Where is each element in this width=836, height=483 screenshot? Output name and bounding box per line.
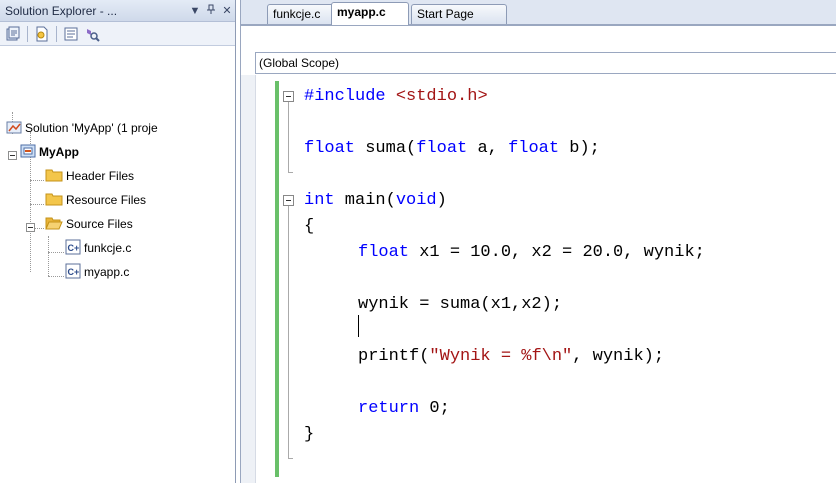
tree-item-funkcje-c[interactable]: C+ funkcje.c [65,238,131,258]
scope-value: (Global Scope) [259,56,340,70]
fold-line [288,102,289,172]
tree-line [30,180,44,181]
code-token: "Wynik = %f\n" [429,347,573,366]
text-caret [358,315,359,337]
code-token: float [416,139,468,158]
code-line: return 0; [358,399,450,419]
collapse-region-icon[interactable] [283,91,294,102]
code-token: , wynik); [572,347,665,366]
code-token: float [358,243,410,262]
solution-explorer-panel: Solution Explorer - ... ▼ ✕ Solution 'My… [0,0,236,483]
code-line: int main(void) [304,191,447,211]
properties-icon[interactable] [4,25,22,43]
code-line: float x1 = 10.0, x2 = 20.0, wynik; [358,243,705,263]
myapp-c-label: myapp.c [84,265,130,279]
solution-label: Solution 'MyApp' (1 proje [25,121,158,135]
cpp-project-icon [20,143,36,162]
code-token: suma( [355,139,417,158]
c-file-icon: C+ [65,263,81,282]
code-token: b); [559,139,600,158]
show-all-files-icon[interactable] [33,25,51,43]
fold-line-end [288,458,293,459]
tab-funkcje-c[interactable]: funkcje.c [267,4,337,24]
code-line: } [304,425,314,445]
view-code-icon[interactable] [62,25,80,43]
code-line: #include <stdio.h> [304,87,488,107]
funkcje-c-label: funkcje.c [84,241,132,255]
source-files-label: Source Files [66,217,133,231]
tab-start-page[interactable]: Start Page [411,4,507,24]
code-token: <stdio.h> [385,87,488,106]
code-token: a, [467,139,509,158]
resource-files-label: Resource Files [66,193,147,207]
scope-dropdown[interactable]: (Global Scope) [255,52,836,74]
window-position-dropdown-icon[interactable]: ▼ [187,5,203,17]
class-view-icon[interactable] [83,25,101,43]
tree-item-project-myapp[interactable]: MyApp [20,142,79,162]
code-token: { [304,217,315,236]
code-token: 0; [419,399,450,418]
tree-item-header-files[interactable]: Header Files [45,166,134,186]
code-line: printf("Wynik = %f\n", wynik); [358,347,664,367]
tab-label: funkcje.c [273,7,321,21]
code-token: #include [304,87,386,106]
svg-text:C+: C+ [68,267,80,277]
c-file-icon: C+ [65,239,81,258]
tree-item-solution[interactable]: Solution 'MyApp' (1 proje [6,118,158,138]
folder-icon [45,192,63,209]
code-token: float [508,139,560,158]
collapse-source-files-icon[interactable] [26,223,35,232]
code-token: wynik = suma(x1,x2); [358,295,563,314]
indicator-margin [241,75,256,483]
toolbar-separator [56,25,57,42]
tree-item-resource-files[interactable]: Resource Files [45,190,146,210]
code-editor: funkcje.c myapp.c Start Page (Global Sco… [240,0,836,483]
tree-item-source-files[interactable]: Source Files [45,214,133,234]
collapse-project-icon[interactable] [8,151,17,160]
code-line: { [304,217,314,237]
code-token: void [395,191,437,210]
tree-line [30,204,44,205]
collapse-region-icon[interactable] [283,195,294,206]
solution-icon [6,119,22,138]
solution-tree: Solution 'MyApp' (1 proje MyApp Header F… [0,46,235,279]
fold-line-end [288,172,293,173]
fold-line [288,206,289,458]
code-token: main( [334,191,396,210]
solution-explorer-toolbar [0,22,235,46]
project-label: MyApp [39,145,79,159]
document-tabs: funkcje.c myapp.c Start Page [241,0,836,26]
solution-explorer-titlebar: Solution Explorer - ... ▼ ✕ [0,0,235,22]
tree-line [48,276,64,277]
tab-label: myapp.c [337,5,386,19]
change-tracking-bar [275,81,279,477]
code-token: printf( [358,347,430,366]
code-token: float [304,139,356,158]
code-text-area[interactable]: #include <stdio.h> float suma(float a, f… [241,75,836,483]
svg-text:C+: C+ [68,243,80,253]
code-token: ) [436,191,447,210]
header-files-label: Header Files [66,169,135,183]
open-folder-icon [45,216,63,233]
tab-myapp-c[interactable]: myapp.c [331,2,409,25]
code-line: float suma(float a, float b); [304,139,600,159]
code-line: wynik = suma(x1,x2); [358,295,562,315]
auto-hide-pin-icon[interactable] [203,4,219,17]
code-token: int [304,191,335,210]
code-token: } [304,425,315,444]
code-token: return [358,399,420,418]
tree-line [48,236,49,276]
toolbar-separator [27,25,28,42]
tab-label: Start Page [417,7,474,21]
tree-line [48,252,64,253]
close-icon[interactable]: ✕ [219,4,235,17]
folder-icon [45,168,63,185]
solution-explorer-title: Solution Explorer - ... [5,3,118,18]
code-token: x1 = 10.0, x2 = 20.0, wynik; [409,243,705,262]
tree-item-myapp-c[interactable]: C+ myapp.c [65,262,129,282]
